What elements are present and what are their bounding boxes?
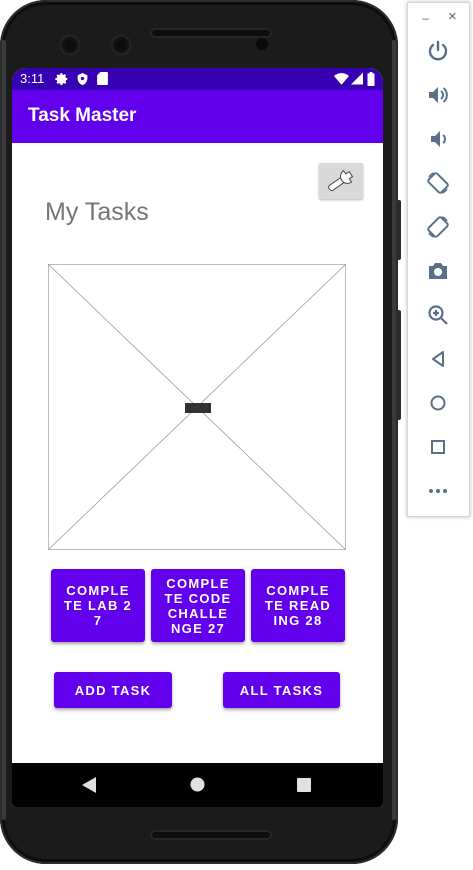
proximity-sensor <box>256 38 268 50</box>
status-bar: 3:11 <box>12 68 383 90</box>
emulator-controls-panel: – × <box>407 2 470 517</box>
image-placeholder <box>48 264 346 550</box>
front-sensor-icon <box>110 34 132 56</box>
complete-code-challenge-27-button[interactable]: COMPLETE CODE CHALLENGE 27 <box>151 569 245 642</box>
camera-icon[interactable] <box>426 259 450 283</box>
power-side-button[interactable] <box>397 200 401 260</box>
rotate-right-icon[interactable] <box>426 215 450 239</box>
nav-back-icon[interactable] <box>82 777 96 793</box>
add-task-button[interactable]: ADD TASK <box>54 672 172 708</box>
navigation-bar <box>12 763 383 807</box>
button-label: COMPLETE READING 28 <box>264 583 332 628</box>
app-bar: Task Master <box>12 90 383 143</box>
power-icon[interactable] <box>426 39 450 63</box>
home-icon[interactable] <box>426 391 450 415</box>
page-title: My Tasks <box>45 198 149 226</box>
all-tasks-button[interactable]: ALL TASKS <box>223 672 340 708</box>
settings-button[interactable] <box>319 163 363 199</box>
sd-card-icon <box>97 72 108 85</box>
phone-edge-left <box>2 40 6 820</box>
overview-icon[interactable] <box>426 435 450 459</box>
wifi-icon <box>334 73 349 85</box>
minimize-button[interactable]: – <box>422 11 429 25</box>
battery-icon <box>367 72 375 86</box>
front-camera-icon <box>59 34 81 56</box>
phone-edge-right <box>392 40 396 820</box>
earpiece-speaker <box>150 28 272 38</box>
settings-icon <box>55 73 68 86</box>
volume-down-icon[interactable] <box>426 127 450 151</box>
device-screen: 3:11 Task Master My Tasks COMPLETE LAB 2… <box>12 68 383 807</box>
nav-overview-icon[interactable] <box>297 778 311 792</box>
button-label: COMPLETE CODE CHALLENGE 27 <box>164 575 232 636</box>
wrench-icon <box>328 169 354 192</box>
button-label: COMPLETE LAB 27 <box>63 583 133 628</box>
signal-icon <box>351 72 363 85</box>
back-icon[interactable] <box>426 347 450 371</box>
rotate-left-icon[interactable] <box>426 171 450 195</box>
more-icon[interactable] <box>426 479 450 503</box>
bottom-speaker <box>150 830 272 840</box>
complete-reading-28-button[interactable]: COMPLETE READING 28 <box>251 569 345 642</box>
zoom-icon[interactable] <box>426 303 450 327</box>
complete-lab-27-button[interactable]: COMPLETE LAB 27 <box>51 569 145 642</box>
placeholder-label <box>185 403 211 413</box>
volume-up-icon[interactable] <box>426 83 450 107</box>
nav-home-icon[interactable] <box>190 777 205 792</box>
status-time: 3:11 <box>20 71 45 86</box>
volume-side-button[interactable] <box>397 310 401 420</box>
shield-icon <box>77 73 88 85</box>
close-button[interactable]: × <box>448 8 457 25</box>
app-title: Task Master <box>28 105 137 126</box>
